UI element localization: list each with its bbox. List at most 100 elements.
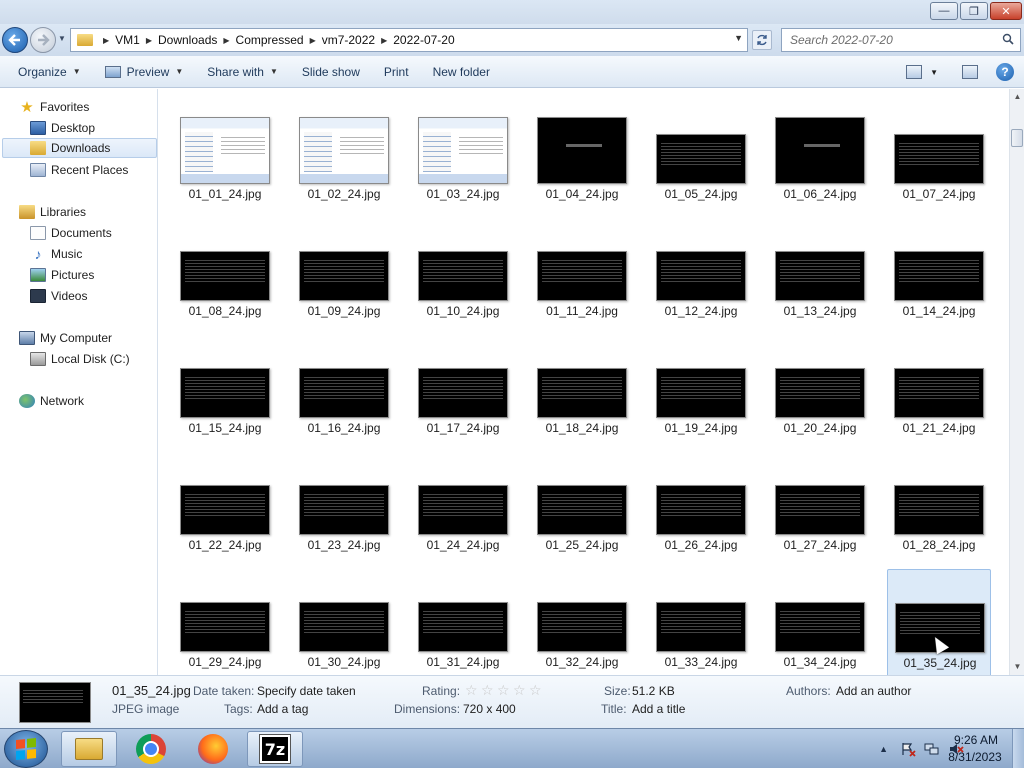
breadcrumb-downloads[interactable]: Downloads [158, 33, 217, 47]
file-tile[interactable]: 01_32_24.jpg [530, 569, 634, 675]
breadcrumb-separator[interactable]: ▶ [103, 36, 109, 45]
file-tile[interactable]: 01_23_24.jpg [292, 452, 396, 568]
taskbar-chrome[interactable] [123, 731, 179, 767]
rating-stars[interactable]: ☆ ☆ ☆ ☆ ☆ [465, 682, 545, 698]
show-desktop-button[interactable] [1012, 729, 1024, 768]
sidebar-item-favorites[interactable]: ★ Favorites [19, 97, 177, 117]
file-tile[interactable]: 01_17_24.jpg [411, 335, 515, 451]
share-with-label: Share with [207, 64, 264, 79]
file-tile[interactable]: 01_03_24.jpg [411, 107, 515, 219]
file-tile[interactable]: 01_24_24.jpg [411, 452, 515, 568]
rating-star-icon[interactable]: ☆ [465, 682, 481, 698]
taskbar-firefox[interactable] [185, 731, 241, 767]
breadcrumb-separator[interactable]: ▶ [310, 36, 316, 45]
file-tile[interactable]: 01_34_24.jpg [768, 569, 872, 675]
maximize-button[interactable]: ❐ [960, 2, 988, 20]
taskbar-explorer[interactable] [61, 731, 117, 767]
file-tile[interactable]: 01_15_24.jpg [173, 335, 277, 451]
file-tile[interactable]: 01_16_24.jpg [292, 335, 396, 451]
address-bar[interactable]: ▶ VM1 ▶ Downloads ▶ Compressed ▶ vm7-202… [70, 28, 748, 52]
file-tile[interactable]: 01_19_24.jpg [649, 335, 753, 451]
start-button[interactable] [4, 730, 48, 768]
help-icon[interactable]: ? [996, 63, 1014, 81]
scrollbar-thumb[interactable] [1011, 129, 1023, 147]
file-tile[interactable]: 01_06_24.jpg [768, 107, 872, 219]
new-folder-button[interactable]: New folder [421, 56, 502, 88]
file-tile[interactable]: 01_21_24.jpg [887, 335, 991, 451]
taskbar-7zip[interactable]: 7z [247, 731, 303, 767]
back-button[interactable] [2, 27, 28, 53]
sidebar-item-downloads[interactable]: Downloads [2, 138, 157, 158]
organize-button[interactable]: Organize ▼ [0, 56, 93, 88]
file-tile[interactable]: 01_31_24.jpg [411, 569, 515, 675]
forward-button[interactable] [30, 27, 56, 53]
file-tile[interactable]: 01_09_24.jpg [292, 218, 396, 334]
file-tile[interactable]: 01_22_24.jpg [173, 452, 277, 568]
rating-star-icon[interactable]: ☆ [481, 682, 497, 698]
rating-star-icon[interactable]: ☆ [497, 682, 513, 698]
view-options-dropdown[interactable]: ▼ [930, 68, 938, 77]
address-history-dropdown[interactable]: ▼ [734, 33, 743, 43]
file-tile[interactable]: 01_28_24.jpg [887, 452, 991, 568]
breadcrumb-separator[interactable]: ▶ [381, 36, 387, 45]
clock-time[interactable]: 9:26 AM [946, 733, 1006, 747]
date-taken-field[interactable]: Specify date taken [257, 684, 356, 698]
breadcrumb-2022-07-20[interactable]: 2022-07-20 [393, 33, 454, 47]
file-tile[interactable]: 01_35_24.jpg [887, 569, 991, 675]
sidebar-item-my-computer[interactable]: My Computer [19, 328, 177, 348]
file-tile[interactable]: 01_08_24.jpg [173, 218, 277, 334]
file-tile[interactable]: 01_12_24.jpg [649, 218, 753, 334]
file-tile[interactable]: 01_18_24.jpg [530, 335, 634, 451]
file-tile[interactable]: 01_04_24.jpg [530, 107, 634, 219]
preview-pane-icon[interactable] [962, 65, 978, 79]
tags-field[interactable]: Add a tag [257, 702, 308, 716]
recent-pages-dropdown[interactable]: ▼ [58, 34, 66, 43]
sidebar-item-libraries[interactable]: Libraries [19, 202, 177, 222]
file-tile[interactable]: 01_07_24.jpg [887, 107, 991, 219]
breadcrumb-vm1[interactable]: VM1 [115, 33, 140, 47]
sidebar-item-network[interactable]: Network [19, 391, 177, 411]
breadcrumb-separator[interactable]: ▶ [146, 36, 152, 45]
file-tile[interactable]: 01_25_24.jpg [530, 452, 634, 568]
preview-button[interactable]: Preview ▼ [93, 56, 196, 88]
file-tile[interactable]: 01_26_24.jpg [649, 452, 753, 568]
print-button[interactable]: Print [372, 56, 421, 88]
rating-star-icon[interactable]: ☆ [529, 682, 545, 698]
breadcrumb-separator[interactable]: ▶ [223, 36, 229, 45]
file-tile[interactable]: 01_27_24.jpg [768, 452, 872, 568]
search-input[interactable]: Search 2022-07-20 [781, 28, 1021, 52]
title-field[interactable]: Add a title [632, 702, 685, 716]
rating-star-icon[interactable]: ☆ [513, 682, 529, 698]
scroll-down-button[interactable]: ▼ [1010, 659, 1024, 675]
close-button[interactable]: ✕ [990, 2, 1022, 20]
file-tile[interactable]: 01_11_24.jpg [530, 218, 634, 334]
change-view-icon[interactable] [906, 65, 923, 79]
hard-disk-icon [30, 352, 46, 366]
clock-date[interactable]: 8/31/2023 [940, 750, 1010, 764]
minimize-button[interactable]: — [930, 2, 958, 20]
scroll-up-button[interactable]: ▲ [1010, 89, 1024, 105]
breadcrumb-vm7-2022[interactable]: vm7-2022 [322, 33, 375, 47]
file-tile[interactable]: 01_20_24.jpg [768, 335, 872, 451]
libraries-icon [19, 205, 35, 219]
share-with-button[interactable]: Share with ▼ [195, 56, 290, 88]
file-tile[interactable]: 01_33_24.jpg [649, 569, 753, 675]
file-list[interactable]: 01_01_24.jpg 01_02_24.jpg 01_03_24.jpg 01_0… [159, 89, 1009, 675]
authors-field[interactable]: Add an author [836, 684, 911, 698]
file-tile[interactable]: 01_30_24.jpg [292, 569, 396, 675]
breadcrumb-compressed[interactable]: Compressed [236, 33, 304, 47]
file-tile[interactable]: 01_29_24.jpg [173, 569, 277, 675]
search-icon[interactable] [1002, 33, 1014, 45]
slide-show-button[interactable]: Slide show [290, 56, 372, 88]
file-tile[interactable]: 01_10_24.jpg [411, 218, 515, 334]
refresh-button[interactable] [752, 30, 772, 50]
action-center-flag-icon[interactable] [900, 741, 916, 757]
file-tile[interactable]: 01_13_24.jpg [768, 218, 872, 334]
file-tile[interactable]: 01_05_24.jpg [649, 107, 753, 219]
vertical-scrollbar[interactable]: ▲ ▼ [1009, 89, 1024, 675]
file-tile[interactable]: 01_01_24.jpg [173, 107, 277, 219]
file-tile[interactable]: 01_14_24.jpg [887, 218, 991, 334]
show-hidden-icons-button[interactable]: ▲ [879, 744, 888, 754]
file-tile[interactable]: 01_02_24.jpg [292, 107, 396, 219]
network-status-icon[interactable] [924, 741, 940, 757]
